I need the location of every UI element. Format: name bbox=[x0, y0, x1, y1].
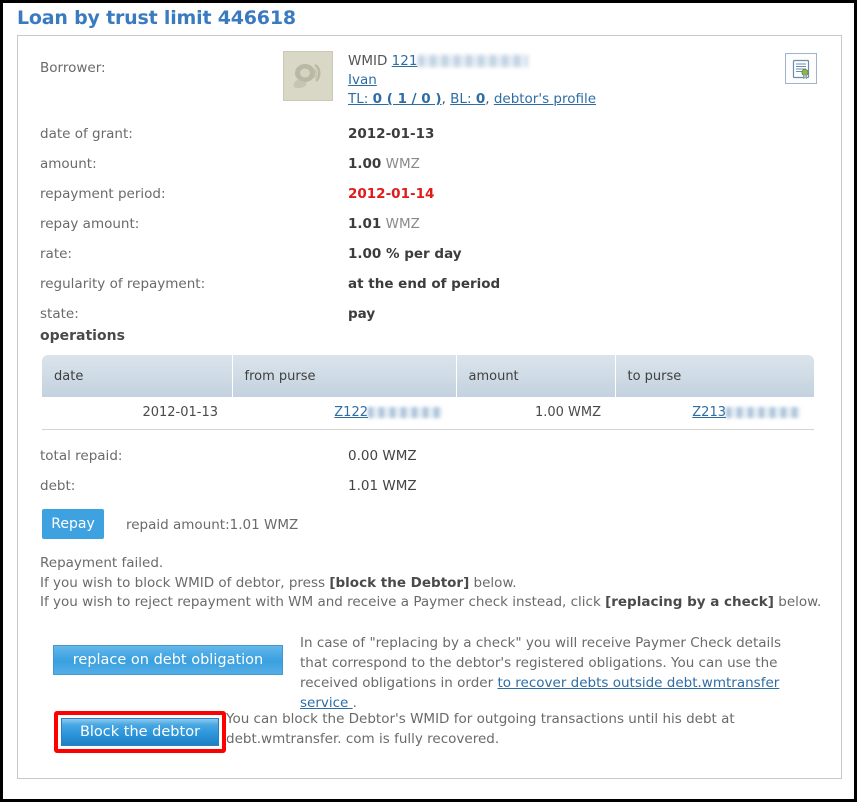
block-explanation-note: You can block the Debtor's WMID for outg… bbox=[226, 711, 735, 747]
total-repaid-value: 0.00 WMZ bbox=[348, 448, 417, 464]
table-header-row: date from purse amount to purse bbox=[42, 355, 814, 397]
detail-value-4: 1.00 % per day bbox=[348, 246, 462, 262]
from-purse-link[interactable]: Z122 bbox=[334, 405, 368, 420]
detail-value-5: at the end of period bbox=[348, 276, 501, 292]
detail-value-6: pay bbox=[348, 306, 376, 322]
screenshot-frame: Loan by trust limit 446618 Borrower: WMI… bbox=[0, 0, 857, 802]
replace-explanation-note: In case of "replacing by a check" you wi… bbox=[300, 633, 805, 713]
to-purse-link[interactable]: Z213 bbox=[692, 405, 726, 420]
detail-label-5: regularity of repayment: bbox=[40, 276, 206, 292]
detail-value-1: 1.00 WMZ bbox=[348, 156, 420, 172]
column-header-to-purse: to purse bbox=[615, 355, 814, 397]
trust-limit-link[interactable]: TL: 0 ( 1 / 0 ) bbox=[348, 91, 442, 107]
bl-value: 0 bbox=[475, 91, 486, 107]
certificate-document-icon[interactable] bbox=[785, 53, 817, 84]
to-purse-redacted-blur bbox=[726, 407, 800, 419]
borrower-stats-line: TL: 0 ( 1 / 0 ), BL: 0, debtor's profile bbox=[348, 90, 768, 109]
cell-amount: 1.00 WMZ bbox=[456, 397, 615, 430]
wmid-link[interactable]: 121 bbox=[392, 53, 418, 69]
column-header-date: date bbox=[42, 355, 233, 397]
detail-value-0: 2012-01-13 bbox=[348, 126, 435, 142]
borrower-label: Borrower: bbox=[40, 60, 106, 76]
operations-heading: operations bbox=[40, 328, 125, 344]
detail-label-1: amount: bbox=[40, 156, 97, 172]
column-header-from-purse: from purse bbox=[232, 355, 457, 397]
detail-label-6: state: bbox=[40, 306, 79, 322]
fail-line-2c: below. bbox=[469, 574, 517, 591]
table-row: 2012-01-13 Z122 1.00 WMZ Z213 bbox=[42, 397, 814, 430]
bl-label: BL: bbox=[450, 91, 472, 107]
detail-label-4: rate: bbox=[40, 246, 72, 262]
avatar-placeholder-icon bbox=[293, 63, 321, 89]
tl-value: 0 ( 1 / 0 ) bbox=[372, 91, 442, 107]
debt-label: debt: bbox=[40, 478, 76, 494]
debtor-profile-link[interactable]: debtor's profile bbox=[494, 91, 596, 107]
repaid-amount-note: repaid amount:1.01 WMZ bbox=[126, 517, 299, 533]
fail-line-3c: below. bbox=[773, 594, 822, 610]
replace-on-debt-obligation-button[interactable]: replace on debt obligation bbox=[53, 645, 283, 675]
separator-1: , bbox=[441, 91, 446, 107]
repayment-failed-message: Repayment failed. If you wish to block W… bbox=[40, 554, 825, 613]
detail-value-2: 2012-01-14 bbox=[348, 186, 435, 202]
page-root: Loan by trust limit 446618 Borrower: WMI… bbox=[3, 3, 854, 799]
operations-table: date from purse amount to purse 2012-01-… bbox=[42, 355, 814, 430]
loan-details-card: Borrower: WMID 121 Ivan TL: 0 ( 1 / 0 ),… bbox=[17, 35, 842, 779]
debt-value: 1.01 WMZ bbox=[348, 478, 417, 494]
borrower-info: WMID 121 Ivan TL: 0 ( 1 / 0 ), BL: 0, de… bbox=[348, 52, 768, 109]
detail-label-3: repay amount: bbox=[40, 216, 140, 232]
detail-label-0: date of grant: bbox=[40, 126, 133, 142]
total-repaid-label: total repaid: bbox=[40, 448, 123, 464]
wmid-redacted-blur bbox=[418, 55, 529, 67]
detail-label-2: repayment period: bbox=[40, 186, 166, 202]
fail-line-2a: If you wish to block WMID of debtor, pre… bbox=[40, 574, 330, 591]
fail-line-3b: [replacing by a check] bbox=[605, 594, 774, 610]
borrower-name-line: Ivan bbox=[348, 71, 768, 90]
cell-to-purse: Z213 bbox=[615, 397, 814, 430]
fail-line-1: Repayment failed. bbox=[40, 555, 164, 571]
block-the-debtor-button[interactable]: Block the debtor bbox=[61, 718, 219, 746]
detail-value-3: 1.01 WMZ bbox=[348, 216, 420, 232]
certificate-glyph bbox=[792, 59, 810, 79]
column-header-amount: amount bbox=[456, 355, 616, 397]
tl-label: TL: bbox=[348, 91, 369, 107]
page-title: Loan by trust limit 446618 bbox=[17, 7, 296, 29]
cell-from-purse: Z122 bbox=[232, 397, 456, 430]
cell-date: 2012-01-13 bbox=[42, 397, 232, 430]
wmid-line: WMID 121 bbox=[348, 52, 768, 71]
wmid-prefix-label: WMID bbox=[348, 53, 388, 69]
fail-line-2b: [block the Debtor] bbox=[329, 574, 470, 591]
repay-button[interactable]: Repay bbox=[42, 509, 104, 539]
separator-2: , bbox=[485, 91, 490, 107]
from-purse-redacted-blur bbox=[368, 407, 442, 419]
business-level-link[interactable]: BL: 0 bbox=[450, 91, 485, 107]
borrower-name-link[interactable]: Ivan bbox=[348, 72, 377, 88]
fail-line-3a: If you wish to reject repayment with WM … bbox=[40, 594, 606, 610]
avatar bbox=[283, 51, 333, 101]
